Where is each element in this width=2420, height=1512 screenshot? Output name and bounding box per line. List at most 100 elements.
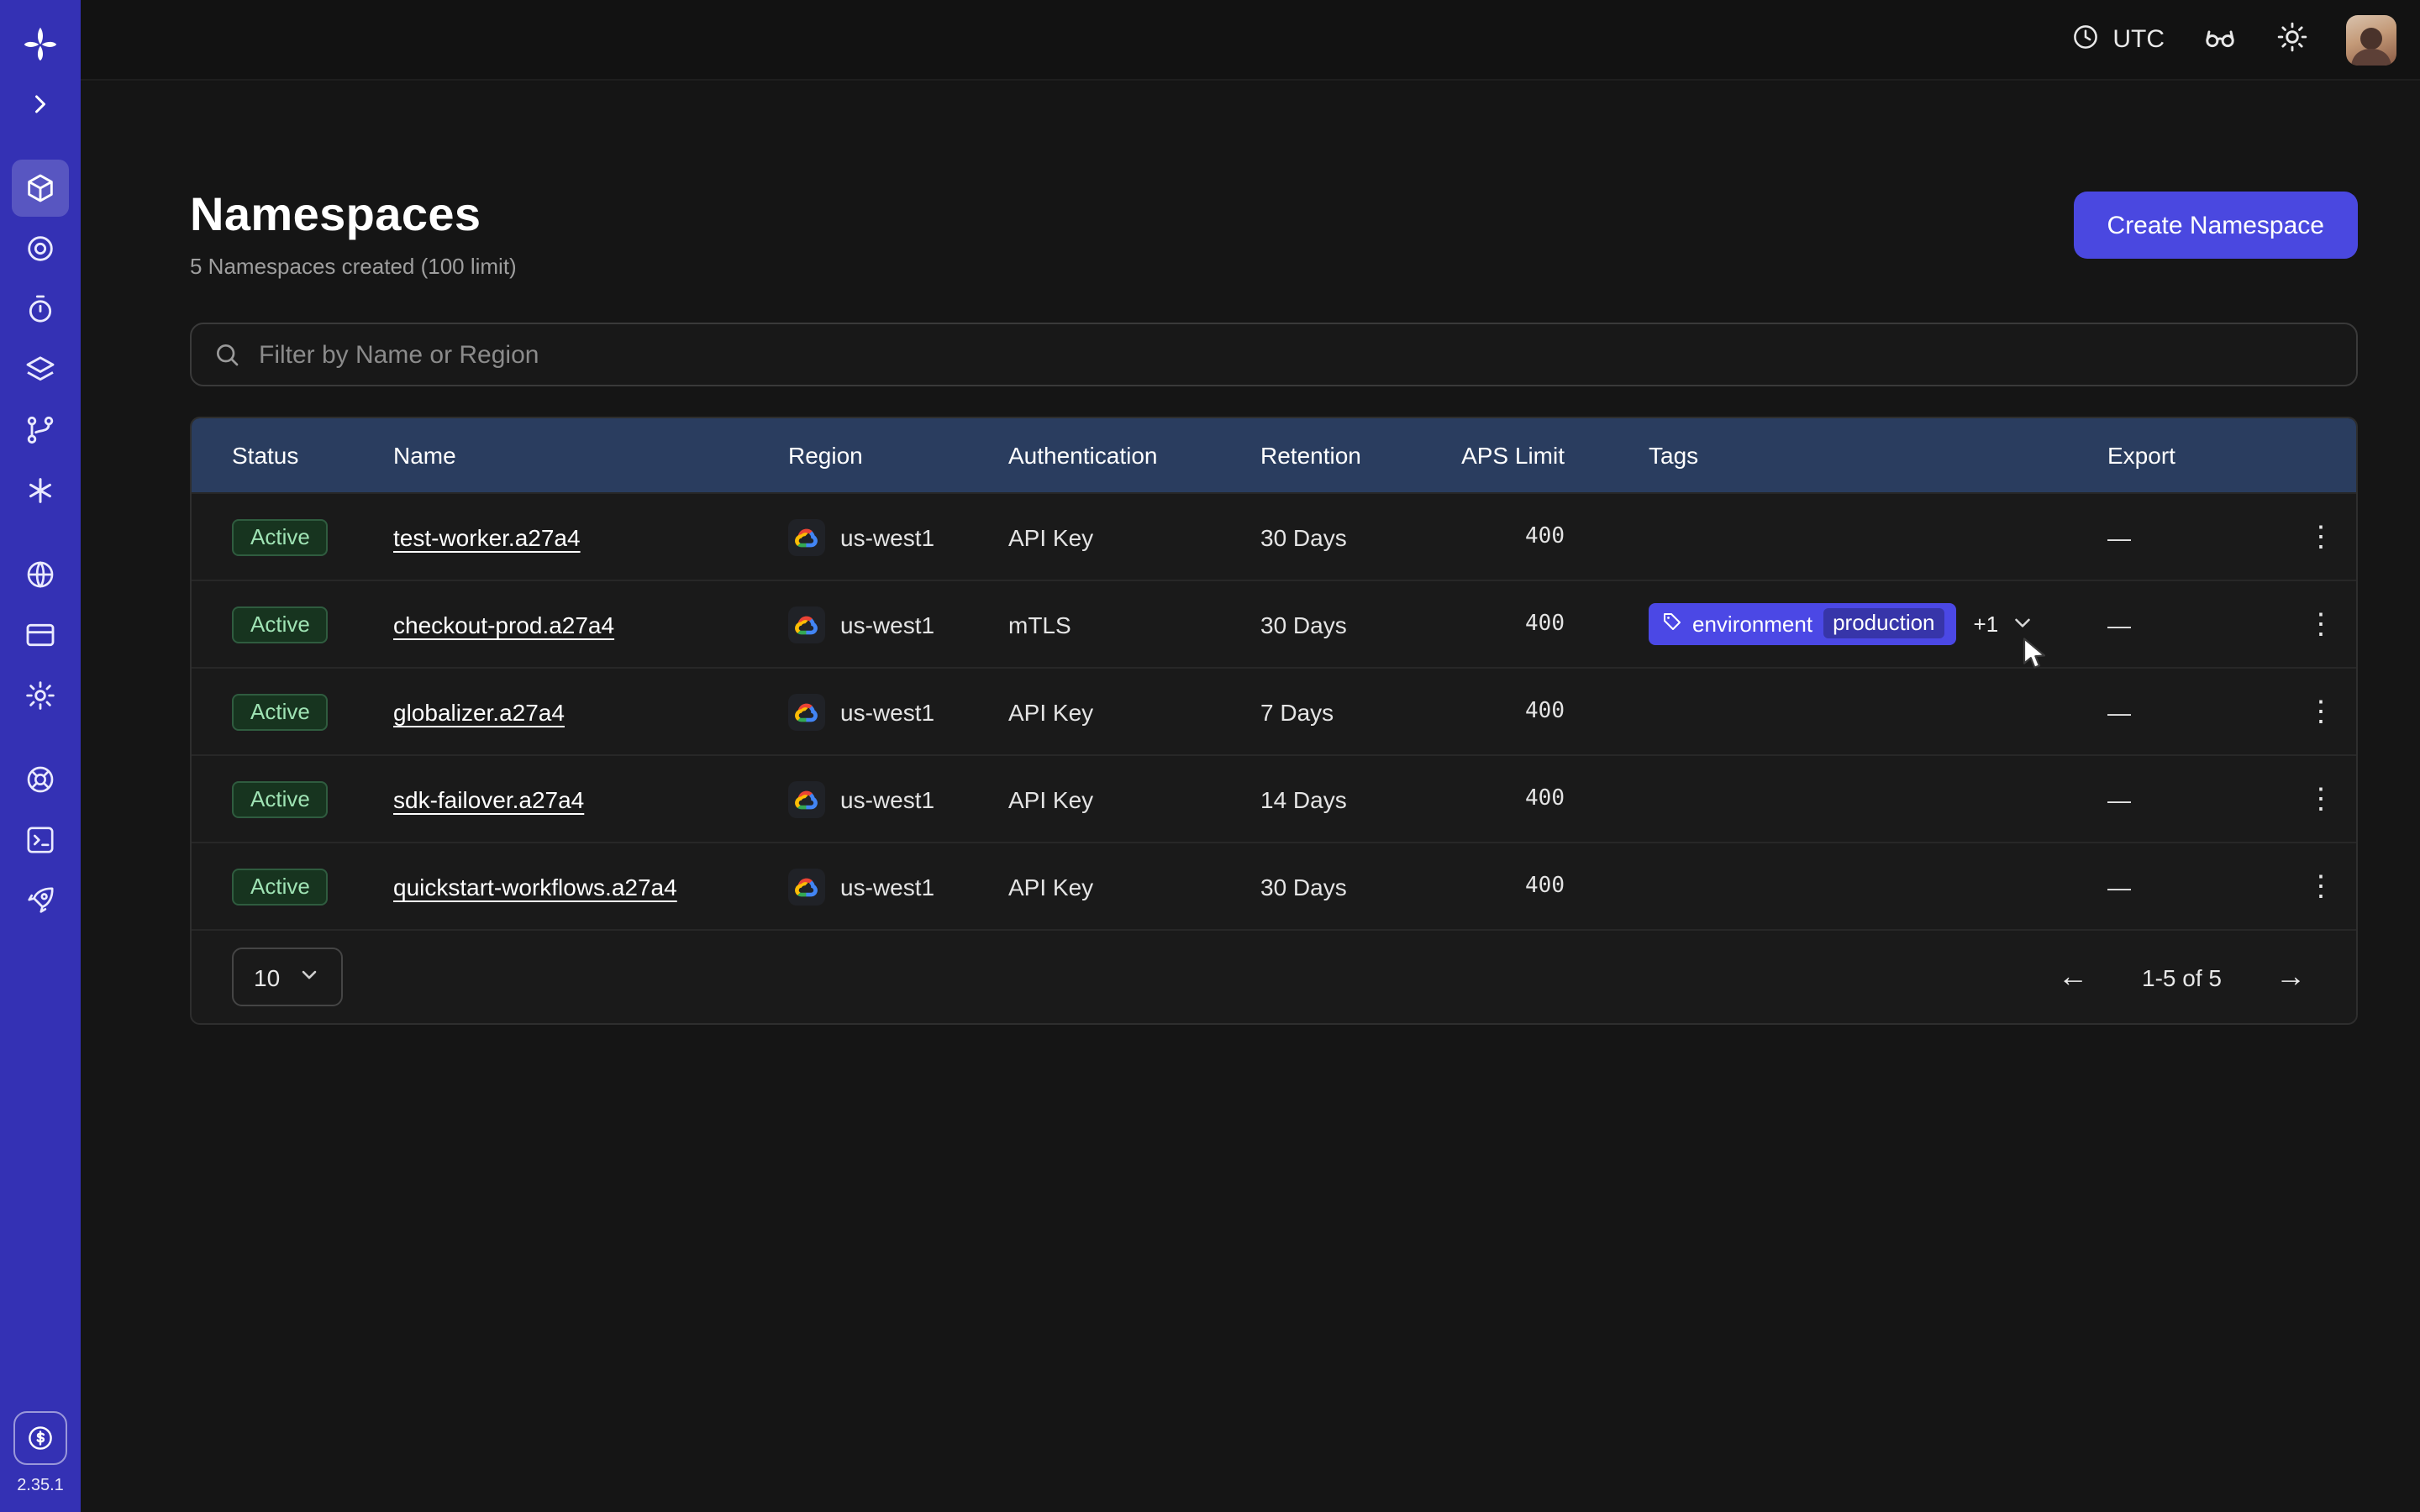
tag-value: production [1823, 608, 1944, 638]
sun-icon [2275, 20, 2309, 59]
namespace-link[interactable]: sdk-failover.a27a4 [393, 785, 584, 812]
col-tags: Tags [1607, 442, 2107, 469]
gcp-cloud-icon [788, 518, 825, 555]
table-row: Active checkout-prod.a27a4 us-west1 mTLS… [192, 580, 2356, 667]
namespace-link[interactable]: test-worker.a27a4 [393, 523, 581, 550]
retention-value: 7 Days [1260, 698, 1455, 725]
gcp-cloud-icon [788, 868, 825, 905]
status-badge: Active [232, 868, 329, 905]
tag-key: environment [1692, 611, 1812, 636]
col-aps-limit: APS Limit [1455, 442, 1607, 469]
app-root: 2.35.1 UTC [0, 0, 2420, 1512]
tags-more-count: +1 [1974, 612, 1999, 637]
aps-limit-value: 400 [1455, 612, 1607, 637]
main-content: Namespaces 5 Namespaces created (100 lim… [81, 81, 2420, 1512]
table-header-row: Status Name Region Authentication Retent… [192, 418, 2356, 492]
row-actions-button[interactable]: ⋮ [2293, 869, 2349, 904]
auth-value: API Key [1008, 698, 1260, 725]
retention-value: 30 Days [1260, 873, 1455, 900]
pagination-range: 1-5 of 5 [2142, 963, 2222, 990]
sidebar: 2.35.1 [0, 0, 81, 1512]
page-subtitle: 5 Namespaces created (100 limit) [190, 254, 517, 279]
retention-value: 30 Days [1260, 611, 1455, 638]
support-icon[interactable] [12, 751, 69, 808]
table-row: Active sdk-failover.a27a4 us-west1 API K… [192, 754, 2356, 842]
prev-page-button[interactable]: ← [2048, 956, 2098, 998]
glasses-button[interactable] [2202, 18, 2238, 60]
status-badge: Active [232, 780, 329, 817]
aps-limit-value: 400 [1455, 786, 1607, 811]
nexus-icon[interactable] [12, 220, 69, 277]
docs-terminal-icon[interactable] [12, 811, 69, 869]
pagination: ← 1-5 of 5 → [2048, 956, 2316, 998]
auth-value: API Key [1008, 785, 1260, 812]
region-label: us-west1 [840, 611, 934, 638]
usage-icon[interactable] [13, 1411, 67, 1465]
auth-value: API Key [1008, 873, 1260, 900]
status-badge: Active [232, 518, 329, 555]
retention-value: 30 Days [1260, 523, 1455, 550]
temporal-logo-icon[interactable] [12, 15, 69, 72]
aps-limit-value: 400 [1455, 524, 1607, 549]
row-actions-button[interactable]: ⋮ [2293, 519, 2349, 554]
top-bar: UTC [81, 0, 2420, 81]
table-row: Active quickstart-workflows.a27a4 us-wes… [192, 842, 2356, 929]
settings-icon[interactable] [12, 667, 69, 724]
gcp-cloud-icon [788, 606, 825, 643]
row-actions-button[interactable]: ⋮ [2293, 694, 2349, 729]
aps-limit-value: 400 [1455, 874, 1607, 899]
next-page-button[interactable]: → [2265, 956, 2316, 998]
schedules-icon[interactable] [12, 281, 69, 338]
col-export: Export [2107, 442, 2282, 469]
auth-value: API Key [1008, 523, 1260, 550]
namespaces-table: Status Name Region Authentication Retent… [190, 417, 2358, 1025]
user-avatar[interactable] [2346, 14, 2396, 65]
row-actions-button[interactable]: ⋮ [2293, 781, 2349, 816]
theme-toggle-button[interactable] [2275, 20, 2309, 59]
page-header: Namespaces 5 Namespaces created (100 lim… [190, 188, 2358, 279]
getting-started-icon[interactable] [12, 872, 69, 929]
export-value: — [2107, 523, 2282, 550]
status-badge: Active [232, 606, 329, 643]
row-actions-button[interactable]: ⋮ [2293, 606, 2349, 642]
billing-icon[interactable] [12, 606, 69, 664]
create-namespace-button[interactable]: Create Namespace [2074, 192, 2358, 259]
page-size-value: 10 [254, 963, 280, 990]
tags-expand-button[interactable] [2007, 606, 2039, 643]
filter-input[interactable] [190, 323, 2358, 386]
col-region: Region [788, 442, 1008, 469]
namespace-link[interactable]: globalizer.a27a4 [393, 698, 565, 725]
table-row: Active globalizer.a27a4 us-west1 API Key… [192, 667, 2356, 754]
namespaces-icon[interactable] [12, 160, 69, 217]
gcp-cloud-icon [788, 693, 825, 730]
chevron-down-icon [297, 963, 320, 991]
timezone-selector[interactable]: UTC [2070, 21, 2165, 58]
status-badge: Active [232, 693, 329, 730]
table-footer: 10 ← 1-5 of 5 → [192, 929, 2356, 1023]
glasses-icon [2202, 18, 2238, 60]
namespace-link[interactable]: checkout-prod.a27a4 [393, 611, 614, 638]
tags-cell: environment production +1 [1607, 603, 2107, 645]
export-value: — [2107, 785, 2282, 812]
export-value: — [2107, 873, 2282, 900]
auth-value: mTLS [1008, 611, 1260, 638]
page-size-select[interactable]: 10 [232, 948, 342, 1006]
col-retention: Retention [1260, 442, 1455, 469]
tag-icon [1662, 611, 1682, 636]
col-authentication: Authentication [1008, 442, 1260, 469]
retention-value: 14 Days [1260, 785, 1455, 812]
timezone-label: UTC [2112, 25, 2165, 54]
batch-operations-icon[interactable] [12, 462, 69, 519]
sidebar-expand-icon[interactable] [12, 76, 69, 133]
content-column: UTC Namespaces 5 Namespaces cre [81, 0, 2420, 1512]
globe-icon[interactable] [12, 546, 69, 603]
region-label: us-west1 [840, 698, 934, 725]
table-row: Active test-worker.a27a4 us-west1 API Ke… [192, 492, 2356, 580]
aps-limit-value: 400 [1455, 699, 1607, 724]
tag-pill[interactable]: environment production [1649, 603, 1957, 645]
deployments-icon[interactable] [12, 341, 69, 398]
col-name: Name [393, 442, 788, 469]
namespace-link[interactable]: quickstart-workflows.a27a4 [393, 873, 677, 900]
workflows-icon[interactable] [12, 402, 69, 459]
region-label: us-west1 [840, 873, 934, 900]
